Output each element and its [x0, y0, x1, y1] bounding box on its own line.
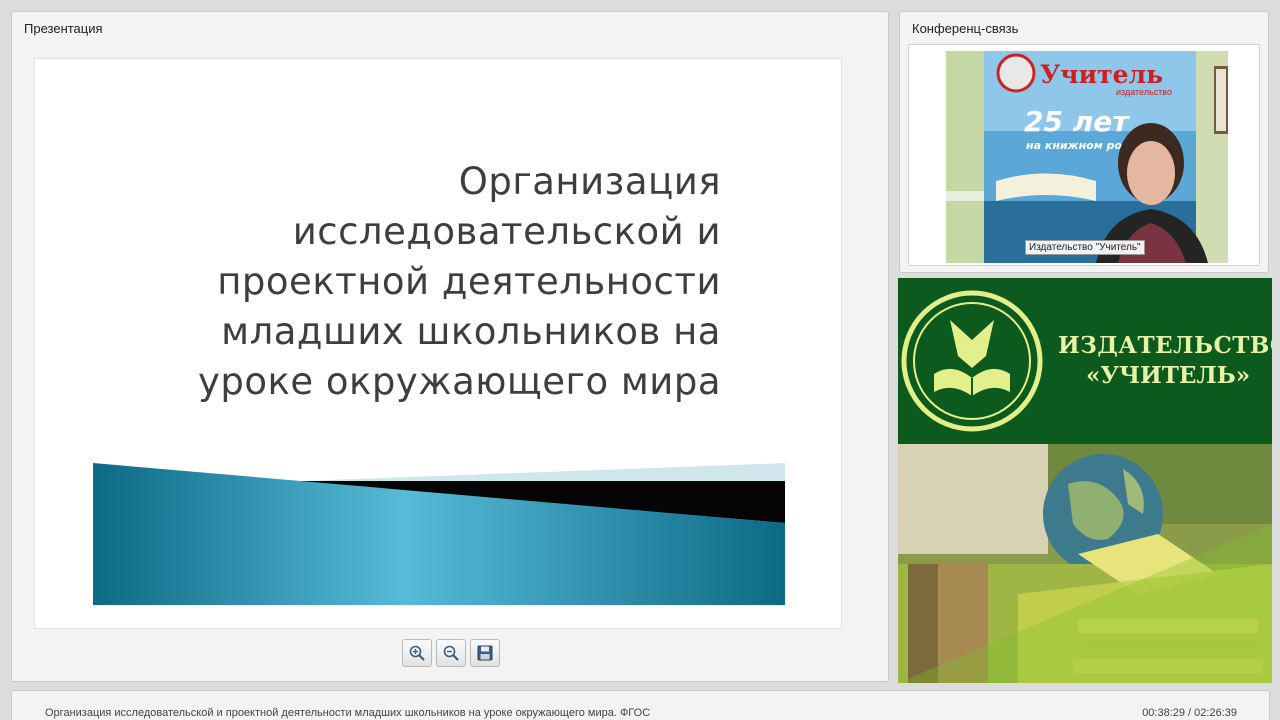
- conference-panel: Конференц-связь Учитель издательство 25 …: [899, 11, 1269, 273]
- speaker-name-label: Издательство "Учитель": [1025, 240, 1145, 255]
- zoom-in-button[interactable]: [402, 639, 432, 667]
- books-globe-illustration: [898, 444, 1272, 683]
- save-icon: [477, 645, 493, 661]
- poster-text-years: 25 лет: [1024, 105, 1130, 138]
- slide-title: Организация исследовательской и проектно…: [198, 160, 721, 403]
- publisher-name-line2: «УЧИТЕЛЬ»: [1086, 362, 1251, 389]
- poster-text-brand: Учитель: [1040, 60, 1163, 89]
- footer-webinar-title: Организация исследовательской и проектно…: [45, 707, 651, 719]
- conference-panel-title: Конференц-связь: [912, 21, 1019, 36]
- footer-bar: Организация исследовательской и проектно…: [11, 690, 1270, 720]
- presentation-panel-title: Презентация: [24, 21, 103, 36]
- speaker-video[interactable]: Учитель издательство 25 лет на книжном р…: [946, 51, 1228, 263]
- publisher-banner: ИЗДАТЕЛЬСТВО «УЧИТЕЛЬ»: [898, 278, 1272, 683]
- zoom-out-icon: [443, 645, 459, 661]
- slide-decoration-shape: [93, 463, 785, 605]
- presentation-slide: Организация исследовательской и проектно…: [34, 58, 842, 629]
- poster-text-market: на книжном ро: [1026, 139, 1122, 152]
- save-button[interactable]: [470, 639, 500, 667]
- video-feed: Учитель издательство 25 лет на книжном р…: [946, 51, 1228, 263]
- zoom-out-button[interactable]: [436, 639, 466, 667]
- publisher-name-line1: ИЗДАТЕЛЬСТВО: [1058, 332, 1272, 359]
- poster-text-publisher: издательство: [1116, 87, 1172, 97]
- zoom-in-icon: [409, 645, 425, 661]
- video-frame: Учитель издательство 25 лет на книжном р…: [908, 44, 1260, 266]
- publisher-banner-top: ИЗДАТЕЛЬСТВО «УЧИТЕЛЬ»: [898, 278, 1272, 444]
- playback-time: 00:38:29 / 02:26:39: [1142, 707, 1237, 719]
- publisher-logo-icon: [901, 290, 1043, 432]
- slide-toolbar: [402, 639, 500, 669]
- presentation-panel: Презентация Организация исследовательско…: [11, 11, 889, 682]
